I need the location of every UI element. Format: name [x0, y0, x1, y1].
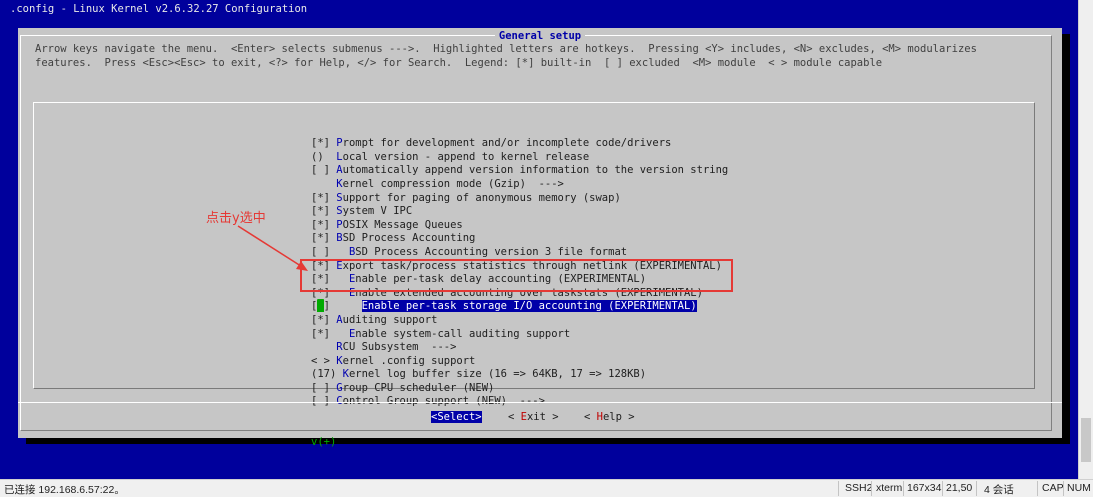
- annotation-highlight-box: [300, 259, 733, 292]
- menu-item[interactable]: [*] BSD Process Accounting: [311, 232, 728, 246]
- menu-item-prefix: [ ]: [311, 245, 349, 258]
- menu-item-text: Enable per-task storage I/O accounting (…: [361, 300, 697, 313]
- vertical-scrollbar[interactable]: [1078, 0, 1093, 479]
- button-bar: <Select> < Exit > < Help >: [18, 402, 1062, 429]
- num-lock-indicator: NUM: [1067, 482, 1091, 494]
- menu-item-text: BSD Process Accounting version 3 file fo…: [349, 246, 627, 258]
- menu-item-label: utomatically append version information …: [342, 164, 729, 177]
- menu-item-text: RCU Subsystem --->: [336, 341, 456, 353]
- menu-item-prefix: < >: [311, 354, 337, 367]
- menu-item-label: ocal version - append to kernel release: [342, 150, 590, 163]
- menu-item-label: CU Subsystem --->: [342, 341, 457, 354]
- menu-item[interactable]: () Local version - append to kernel rele…: [311, 151, 728, 165]
- menu-item-label: ystem V IPC: [342, 205, 413, 218]
- protocol-indicator: SSH2: [845, 482, 873, 494]
- menu-item[interactable]: RCU Subsystem --->: [311, 341, 728, 355]
- connection-status: 已连接 192.168.6.57:22。: [4, 484, 125, 496]
- menu-item-label: uditing support: [342, 313, 438, 326]
- menu-item-prefix: [*]: [311, 232, 337, 245]
- menu-item-prefix: [*]: [311, 313, 337, 326]
- menu-item-label: nable per-task storage I/O accounting (E…: [367, 300, 697, 313]
- menu-item[interactable]: [*] POSIX Message Queues: [311, 219, 728, 233]
- menu-item-text: Enable system-call auditing support: [349, 328, 570, 340]
- menu-item[interactable]: [ ] BSD Process Accounting version 3 fil…: [311, 246, 728, 260]
- menu-item-text: Automatically append version information…: [336, 164, 728, 176]
- menu-item-text: Local version - append to kernel release: [336, 151, 589, 163]
- exit-button[interactable]: < Exit >: [508, 411, 559, 423]
- menu-item-text: Kernel .config support: [336, 355, 475, 367]
- menu-item[interactable]: [ ] Group CPU scheduler (NEW): [311, 382, 728, 396]
- menu-item-label: ernel compression mode (Gzip) --->: [342, 177, 564, 190]
- menu-item-label: ernel log buffer size (16 => 64KB, 17 =>…: [348, 368, 647, 381]
- scrollbar-thumb[interactable]: [1081, 418, 1091, 462]
- dialog-shadow-right: [1062, 34, 1070, 444]
- menu-item-label: OSIX Message Queues: [342, 218, 463, 231]
- menu-item-text: Group CPU scheduler (NEW): [336, 382, 494, 394]
- menu-item-label: rompt for development and/or incomplete …: [342, 137, 672, 150]
- menu-item-prefix: (17): [311, 368, 343, 381]
- menu-item-prefix: [311, 178, 336, 190]
- menu-item[interactable]: [*] Enable system-call auditing support: [311, 328, 728, 342]
- menu-item-label: SD Process Accounting version 3 file for…: [355, 245, 628, 258]
- help-button[interactable]: < Help >: [584, 411, 635, 423]
- menu-item-label: SD Process Accounting: [342, 232, 476, 245]
- menu-item-text: POSIX Message Queues: [336, 219, 462, 231]
- select-button[interactable]: <Select>: [431, 411, 482, 423]
- menu-item-prefix: [*]: [311, 218, 337, 231]
- menu-item[interactable]: [ ] Automatically append version informa…: [311, 164, 728, 178]
- menu-item-text: Kernel log buffer size (16 => 64KB, 17 =…: [343, 368, 646, 380]
- menu-item-prefix: [*]: [311, 205, 337, 218]
- terminal-type: xterm: [876, 482, 903, 494]
- menu-item-prefix: [*]: [311, 327, 349, 340]
- menu-item-prefix: (): [311, 150, 337, 163]
- menu-item[interactable]: Kernel compression mode (Gzip) --->: [311, 178, 728, 192]
- menu-item-text: Prompt for development and/or incomplete…: [336, 137, 671, 149]
- menu-item[interactable]: [*] System V IPC: [311, 205, 728, 219]
- menu-item-label: roup CPU scheduler (NEW): [342, 381, 495, 394]
- menu-item-text: BSD Process Accounting: [336, 232, 475, 244]
- help-text: Arrow keys navigate the menu. <Enter> se…: [35, 42, 977, 70]
- menu-item-label: upport for paging of anonymous memory (s…: [342, 191, 621, 204]
- menu-item-prefix: [*]: [311, 137, 337, 150]
- menu-item-text: Kernel compression mode (Gzip) --->: [336, 178, 564, 190]
- menu-item[interactable]: < > Kernel .config support: [311, 355, 728, 369]
- menu-item[interactable]: (17) Kernel log buffer size (16 => 64KB,…: [311, 368, 728, 382]
- menu-item[interactable]: [*] Auditing support: [311, 314, 728, 328]
- menu-item-label: nable system-call auditing support: [355, 327, 571, 340]
- help-line-1: Arrow keys navigate the menu. <Enter> se…: [35, 43, 977, 55]
- caps-lock-indicator: CAP: [1042, 482, 1064, 494]
- window-title: .config - Linux Kernel v2.6.32.27 Config…: [10, 3, 308, 15]
- session-count: 4 会话: [984, 484, 1014, 496]
- cursor-position: 21,50: [946, 482, 973, 494]
- menu-item-prefix: [ ]: [311, 381, 337, 394]
- menu-item-text: Support for paging of anonymous memory (…: [336, 192, 620, 204]
- menu-item-text: Auditing support: [336, 314, 437, 326]
- menu-item-prefix-rest: ]: [323, 300, 362, 313]
- help-line-2: features. Press <Esc><Esc> to exit, <?> …: [35, 57, 883, 69]
- menu-item[interactable]: [*] Prompt for development and/or incomp…: [311, 137, 728, 151]
- menu-item[interactable]: [*] Support for paging of anonymous memo…: [311, 192, 728, 206]
- status-bar: 已连接 192.168.6.57:22。 SSH2 xterm 167x34 2…: [0, 479, 1093, 497]
- annotation-label: 点击y选中: [206, 211, 266, 226]
- menu-item-prefix: [ ]: [311, 164, 337, 177]
- menu-item-prefix: [*]: [311, 191, 337, 204]
- more-indicator: v(+): [311, 436, 337, 449]
- menu-item-selected[interactable]: [█] Enable per-task storage I/O accounti…: [311, 300, 728, 314]
- general-setup-dialog: General setup Arrow keys navigate the me…: [18, 28, 1062, 448]
- menu-item-text: System V IPC: [336, 205, 412, 217]
- menu-item-prefix: [311, 341, 336, 353]
- menu-item-label: ernel .config support: [342, 354, 476, 367]
- terminal-size: 167x34: [907, 482, 942, 494]
